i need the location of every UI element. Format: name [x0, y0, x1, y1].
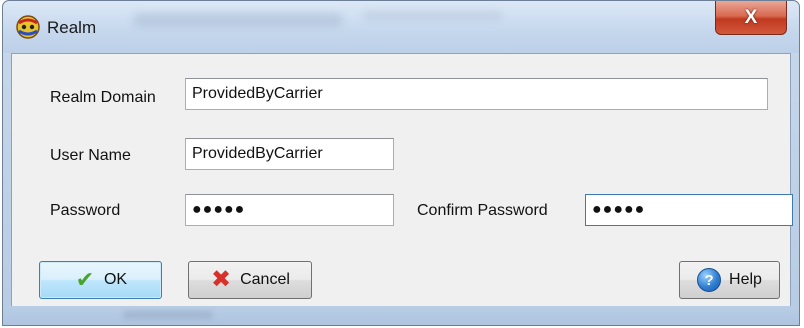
- close-icon: X: [744, 6, 758, 28]
- cancel-button-label: Cancel: [240, 271, 290, 288]
- user-name-input[interactable]: [185, 138, 394, 170]
- close-button[interactable]: X: [715, 1, 787, 35]
- checkmark-icon: ✔: [75, 267, 95, 292]
- window-title: Realm: [47, 18, 97, 37]
- help-button-label: Help: [729, 271, 762, 288]
- password-label: Password: [50, 202, 121, 219]
- dialog-body: Realm Domain User Name Password Confirm …: [11, 53, 793, 308]
- ok-button-label: OK: [103, 271, 128, 288]
- realm-domain-label: Realm Domain: [50, 89, 156, 106]
- confirm-password-label: Confirm Password: [417, 202, 548, 219]
- realm-domain-input[interactable]: [185, 78, 768, 110]
- help-question-icon: ?: [697, 268, 722, 292]
- ok-button[interactable]: ✔ OK: [39, 261, 162, 299]
- cancel-button[interactable]: ✖ Cancel: [188, 261, 312, 299]
- title-bar[interactable]: Realm X: [3, 1, 799, 53]
- realm-dialog: Realm X Realm Domain User Name Password …: [2, 0, 800, 326]
- user-name-label: User Name: [50, 147, 131, 164]
- confirm-password-input[interactable]: [585, 194, 793, 226]
- password-input[interactable]: [185, 194, 394, 226]
- realm-app-icon: [16, 15, 40, 39]
- help-button[interactable]: ? Help: [679, 261, 780, 299]
- red-x-icon: ✖: [211, 266, 232, 293]
